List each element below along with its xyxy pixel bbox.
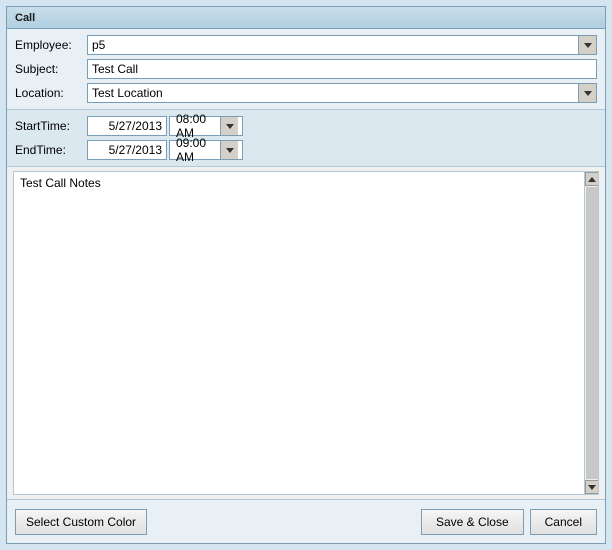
employee-row: Employee: p5 bbox=[15, 35, 597, 55]
end-time-arrow[interactable] bbox=[220, 141, 238, 159]
footer: Select Custom Color Save & Close Cancel bbox=[7, 499, 605, 543]
chevron-down-icon bbox=[226, 148, 234, 153]
select-custom-color-button[interactable]: Select Custom Color bbox=[15, 509, 147, 535]
subject-input[interactable] bbox=[87, 59, 597, 79]
chevron-down-icon bbox=[226, 124, 234, 129]
location-dropdown-arrow[interactable] bbox=[578, 84, 596, 102]
end-time-container: 09:00 AM bbox=[169, 140, 243, 160]
subject-row: Subject: bbox=[15, 59, 597, 79]
end-time-select[interactable]: 09:00 AM bbox=[169, 140, 243, 160]
chevron-down-icon bbox=[584, 43, 592, 48]
window-title: Call bbox=[15, 12, 35, 24]
employee-select[interactable]: p5 bbox=[87, 35, 597, 55]
location-select-value: Test Location bbox=[88, 86, 578, 100]
start-date-input[interactable] bbox=[87, 116, 167, 136]
employee-label: Employee: bbox=[15, 38, 87, 52]
scroll-down-button[interactable] bbox=[585, 480, 599, 494]
location-label: Location: bbox=[15, 86, 87, 100]
start-time-arrow[interactable] bbox=[220, 117, 238, 135]
location-row: Location: Test Location bbox=[15, 83, 597, 103]
start-time-label: StartTime: bbox=[15, 119, 87, 133]
scroll-up-icon bbox=[588, 177, 596, 182]
scroll-up-button[interactable] bbox=[585, 172, 599, 186]
location-select[interactable]: Test Location bbox=[87, 83, 597, 103]
end-date-input[interactable] bbox=[87, 140, 167, 160]
cancel-button[interactable]: Cancel bbox=[530, 509, 597, 535]
subject-label: Subject: bbox=[15, 62, 87, 76]
footer-right: Save & Close Cancel bbox=[421, 509, 597, 535]
title-bar: Call bbox=[7, 7, 605, 29]
start-time-container: 08:00 AM bbox=[169, 116, 243, 136]
scrollbar[interactable] bbox=[584, 172, 598, 494]
start-time-row: StartTime: 08:00 AM bbox=[15, 116, 597, 136]
chevron-down-icon bbox=[584, 91, 592, 96]
end-time-value: 09:00 AM bbox=[174, 136, 220, 164]
save-close-button[interactable]: Save & Close bbox=[421, 509, 524, 535]
form-area: Employee: p5 Subject: Location: Test Loc… bbox=[7, 29, 605, 110]
footer-left: Select Custom Color bbox=[15, 509, 147, 535]
datetime-area: StartTime: 08:00 AM EndTime: 09:00 AM bbox=[7, 110, 605, 167]
employee-dropdown-arrow[interactable] bbox=[578, 36, 596, 54]
notes-area[interactable]: Test Call Notes bbox=[13, 171, 599, 495]
scroll-down-icon bbox=[588, 485, 596, 490]
scroll-thumb[interactable] bbox=[586, 187, 598, 479]
end-time-label: EndTime: bbox=[15, 143, 87, 157]
end-time-row: EndTime: 09:00 AM bbox=[15, 140, 597, 160]
employee-select-value: p5 bbox=[88, 38, 578, 52]
call-window: Call Employee: p5 Subject: Location: Tes… bbox=[6, 6, 606, 544]
start-time-select[interactable]: 08:00 AM bbox=[169, 116, 243, 136]
notes-content: Test Call Notes bbox=[14, 172, 598, 194]
